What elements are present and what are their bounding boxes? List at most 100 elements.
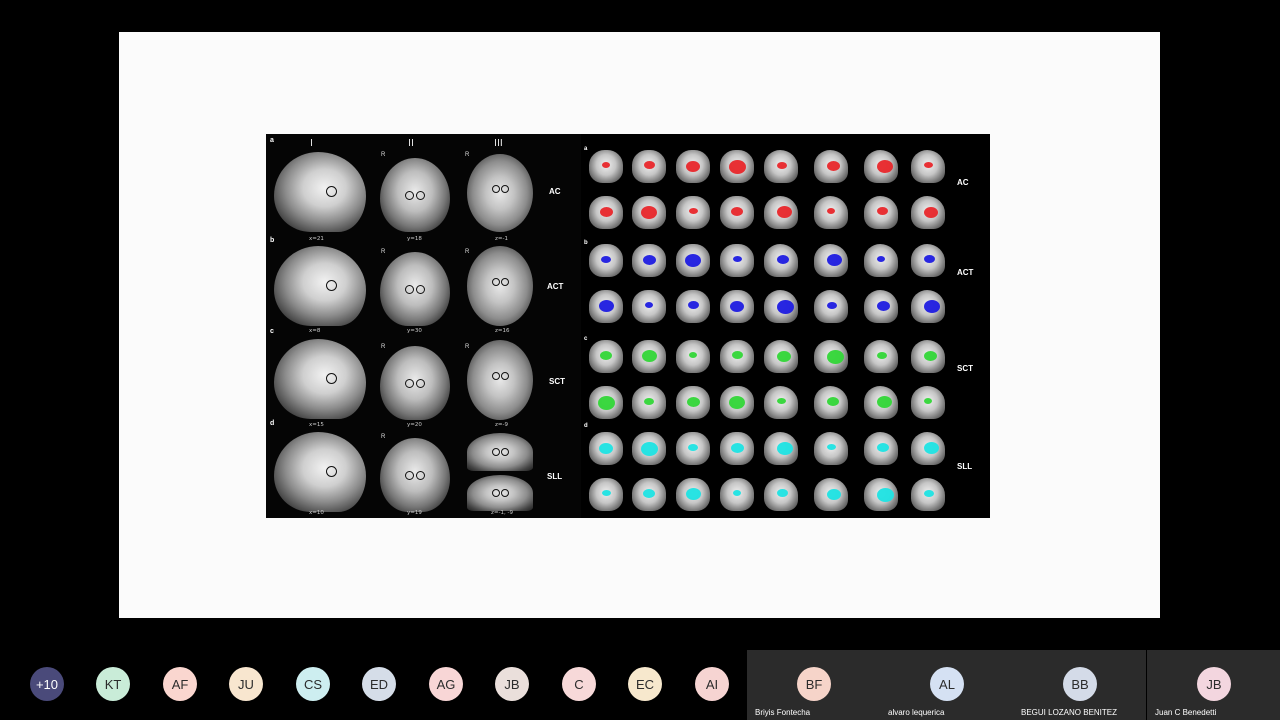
r-marker: R — [381, 152, 386, 158]
sagittal-scan-c — [274, 339, 366, 419]
activation-overlay — [598, 300, 614, 313]
coord-c-ii: y=20 — [407, 422, 422, 428]
activation-overlay — [877, 256, 885, 262]
participant-avatar[interactable]: AI — [695, 667, 729, 701]
column-header-i: I — [310, 138, 313, 149]
group-label-ac: AC — [957, 178, 969, 187]
participants-bar: +10 KT AF JU CS ED AG JB C EC AI BF Briyis Fontech… — [0, 650, 1280, 720]
overlay-scan-tile — [908, 192, 948, 232]
participant-avatar[interactable]: C — [562, 667, 596, 701]
overlay-scan-tile — [861, 336, 901, 376]
overlay-scan-tile — [761, 428, 801, 468]
activation-overlay — [924, 300, 940, 313]
coord-b-ii: y=30 — [407, 328, 422, 334]
row-label-sct: SCT — [549, 377, 565, 386]
participant-avatar[interactable]: AG — [429, 667, 463, 701]
row-letter-a: a — [270, 137, 274, 144]
participant-avatar[interactable]: KT — [96, 667, 130, 701]
participant-tile[interactable]: JB Juan C Benedetti — [1147, 650, 1280, 720]
participant-name: Juan C Benedetti — [1155, 708, 1217, 717]
overlay-scan-tile — [811, 428, 851, 468]
activation-overlay — [730, 300, 744, 312]
activation-overlay — [640, 441, 658, 456]
axial-scan-d-lower — [467, 475, 533, 511]
participant-tile[interactable]: AL alvaro lequerica — [880, 650, 1013, 720]
activation-overlay — [688, 443, 698, 451]
activation-overlay — [924, 206, 938, 218]
activation-overlay — [827, 488, 841, 500]
participant-avatar[interactable]: JU — [229, 667, 263, 701]
r-marker: R — [381, 434, 386, 440]
participant-avatar[interactable]: CS — [296, 667, 330, 701]
coord-d-iii: z=-1, -9 — [491, 510, 513, 516]
coronal-scan-a — [380, 158, 450, 232]
overlay-scan-tile — [861, 192, 901, 232]
activation-overlay — [641, 350, 657, 363]
activation-overlay — [685, 254, 701, 267]
activation-overlay — [924, 489, 934, 497]
overlay-scan-tile — [908, 336, 948, 376]
activation-overlay — [644, 397, 654, 405]
overlay-scan-tile — [811, 474, 851, 514]
overlay-scan-tile — [811, 146, 851, 186]
activation-overlay — [686, 396, 700, 407]
activation-overlay — [827, 208, 835, 214]
coord-b-iii: z=16 — [495, 328, 510, 334]
more-participants-button[interactable]: +10 — [30, 667, 64, 701]
participant-avatar[interactable]: ED — [362, 667, 396, 701]
r-marker: R — [465, 152, 470, 158]
activation-overlay — [924, 398, 932, 404]
activation-overlay — [777, 161, 787, 169]
participant-avatar[interactable]: EC — [628, 667, 662, 701]
overlay-scan-tile — [717, 286, 757, 326]
brain-mri-figure: I II III a R R AC x=21 y=18 z=-1 b R R A… — [266, 134, 990, 518]
overlay-scan-tile — [861, 382, 901, 422]
activation-overlay — [601, 489, 611, 496]
overlay-scan-tile — [761, 146, 801, 186]
sagittal-scan-a — [274, 152, 366, 232]
overlay-scan-tile — [908, 286, 948, 326]
overlay-scan-tile — [629, 192, 669, 232]
overlay-scan-tile — [761, 382, 801, 422]
overlay-scan-tile — [861, 474, 901, 514]
overlay-scan-tile — [586, 286, 626, 326]
group-label-sll: SLL — [957, 462, 973, 471]
activation-overlay — [597, 395, 615, 410]
axial-scan-c — [467, 340, 533, 420]
overlay-scan-tile — [586, 192, 626, 232]
overlay-scan-tile — [717, 474, 757, 514]
coord-c-iii: z=-9 — [495, 422, 508, 428]
activation-overlay — [645, 302, 653, 308]
activation-overlay — [924, 161, 933, 168]
shared-slide: I II III a R R AC x=21 y=18 z=-1 b R R A… — [119, 32, 1160, 618]
r-marker: R — [381, 344, 386, 350]
participant-avatar[interactable]: AF — [163, 667, 197, 701]
activation-overlay — [688, 207, 698, 214]
activation-overlay — [686, 160, 700, 172]
coronal-scan-b — [380, 252, 450, 326]
activation-overlay — [877, 300, 890, 311]
activation-overlay — [777, 397, 786, 404]
overlay-scan-tile — [717, 428, 757, 468]
row-label-act: ACT — [547, 282, 564, 291]
meeting-stage: I II III a R R AC x=21 y=18 z=-1 b R R A… — [0, 0, 1280, 720]
r-marker: R — [381, 249, 386, 255]
overlay-scan-tile — [717, 336, 757, 376]
activation-overlay — [687, 301, 699, 310]
participant-tile[interactable]: BB BEGUI LOZANO BENITEZ — [1013, 650, 1146, 720]
coord-a-i: x=21 — [309, 236, 324, 242]
overlay-scan-tile — [586, 240, 626, 280]
overlay-scan-tile — [761, 336, 801, 376]
overlay-scan-tile — [629, 428, 669, 468]
overlay-scan-tile — [586, 428, 626, 468]
participant-avatar: JB — [1197, 667, 1231, 701]
activation-overlay — [777, 442, 793, 455]
participant-avatar[interactable]: JB — [495, 667, 529, 701]
overlay-scan-tile — [717, 382, 757, 422]
activation-overlay — [601, 255, 611, 263]
participant-tile[interactable]: BF Briyis Fontecha — [747, 650, 880, 720]
row-label-sll: SLL — [547, 472, 563, 481]
group-label-act: ACT — [957, 268, 974, 277]
participant-avatar: BB — [1063, 667, 1097, 701]
coord-c-i: x=15 — [309, 422, 324, 428]
